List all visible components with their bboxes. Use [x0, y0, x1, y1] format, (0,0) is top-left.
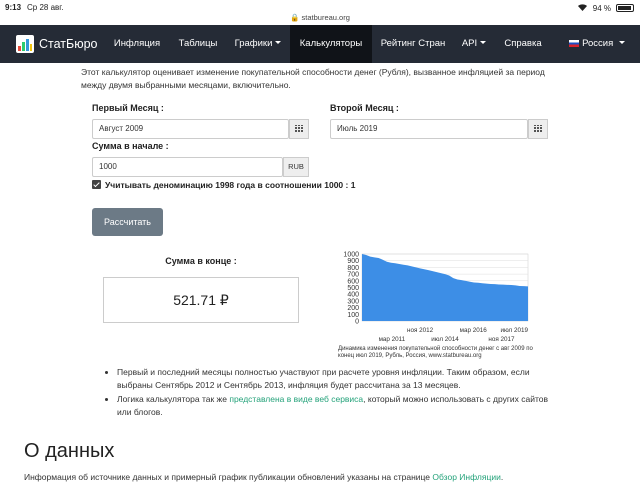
battery-icon [616, 4, 634, 12]
first-month-calendar-button[interactable] [289, 119, 309, 139]
about-text: Информация об источнике данных и примерн… [24, 472, 433, 482]
nav-calculators[interactable]: Калькуляторы [290, 25, 372, 63]
about-data-heading: О данных [24, 440, 115, 462]
note-item: Логика калькулятора так же представлена … [117, 393, 558, 419]
first-month-input[interactable]: Август 2009 [92, 119, 289, 139]
chart-ytick-label: 0 [355, 319, 359, 326]
calculator-description: Этот калькулятор оценивает изменение пок… [81, 67, 545, 90]
top-navbar: СтатБюро Инфляция Таблицы Графики Кальку… [0, 25, 640, 63]
chart-xtick-label: мар 2016 [460, 327, 488, 334]
nav-api-label: API [461, 38, 478, 49]
status-date: Ср 28 авг. [27, 3, 64, 12]
chart-ytick-label: 900 [347, 258, 359, 265]
web-service-link[interactable]: представлена в виде веб сервиса [229, 394, 363, 404]
about-text-end: . [500, 472, 504, 482]
chart-xtick-label: ноя 2012 [407, 327, 434, 334]
calendar-icon [295, 125, 303, 133]
result-title: Сумма в конце : [165, 256, 237, 266]
brand-name: СтатБюро [39, 37, 98, 51]
nav-language-dropdown[interactable]: Россия [564, 25, 630, 63]
chart-caption: Динамика изменения покупательной способн… [338, 346, 533, 359]
chart-ytick-label: 1000 [343, 252, 359, 259]
chart-ytick-label: 800 [347, 265, 359, 272]
about-data-text: Информация об источнике данных и примерн… [24, 472, 503, 482]
first-month-label: Первый Месяц : [92, 103, 164, 113]
chart-ytick-label: 200 [347, 305, 359, 312]
nav-charts-label: Графики [234, 38, 273, 49]
note-text: Логика калькулятора так же [117, 394, 230, 404]
result-value: 521.71 ₽ [103, 277, 299, 323]
chart-ytick-label: 700 [347, 272, 359, 279]
chart-xtick-label: ноя 2017 [488, 336, 515, 343]
status-time: 9:13 [5, 3, 22, 12]
currency-addon: RUB [283, 157, 309, 177]
chart-ytick-label: 100 [347, 312, 359, 319]
calendar-icon [534, 125, 542, 133]
brand-link[interactable]: СтатБюро [16, 25, 98, 63]
denomination-checkbox[interactable] [92, 180, 101, 189]
battery-percent: 94 % [592, 3, 611, 13]
denomination-label[interactable]: Учитывать деноминацию 1998 года в соотно… [105, 180, 355, 190]
status-bar: 9:13 Ср 28 авг. 🔒 statbureau.org 94 % [0, 0, 640, 25]
chart-xtick-label: июл 2014 [431, 336, 459, 343]
nav-inflation[interactable]: Инфляция [104, 25, 170, 63]
nav-api-dropdown[interactable]: API [454, 25, 494, 63]
nav-language-label: Россия [582, 38, 614, 49]
chart-xtick-label: июл 2019 [500, 327, 528, 334]
start-amount-label: Сумма в начале : [92, 141, 169, 151]
statbureau-logo-icon [16, 35, 34, 53]
purchasing-power-chart: 01002003004005006007008009001000 ноя 2012… [343, 252, 528, 344]
russia-flag-icon [569, 40, 580, 47]
chart-xtick-label: мар 2011 [379, 336, 406, 343]
wifi-icon [577, 3, 588, 13]
second-month-label: Второй Месяц : [330, 103, 399, 113]
notes-list: Первый и последний месяцы полностью учас… [103, 366, 558, 420]
nav-charts-dropdown[interactable]: Графики [226, 25, 290, 63]
nav-tables[interactable]: Таблицы [170, 25, 226, 63]
note-item: Первый и последний месяцы полностью учас… [117, 366, 558, 392]
start-amount-input[interactable]: 1000 [92, 157, 283, 177]
second-month-calendar-button[interactable] [528, 119, 548, 139]
calculate-button[interactable]: Рассчитать [92, 208, 163, 236]
battery-level [618, 6, 632, 10]
chart-ytick-label: 300 [347, 298, 359, 305]
chart-ytick-label: 400 [347, 292, 359, 299]
chart-ytick-label: 500 [347, 285, 359, 292]
chart-ytick-label: 600 [347, 278, 359, 285]
inflation-overview-link[interactable]: Обзор Инфляции [432, 472, 500, 482]
lock-icon: 🔒 [290, 13, 300, 22]
address-bar[interactable]: 🔒 statbureau.org [0, 13, 640, 22]
address-url: statbureau.org [301, 13, 350, 22]
nav-country-rating[interactable]: Рейтинг Стран [372, 25, 454, 63]
second-month-input[interactable]: Июль 2019 [330, 119, 528, 139]
nav-help[interactable]: Справка [494, 25, 552, 63]
